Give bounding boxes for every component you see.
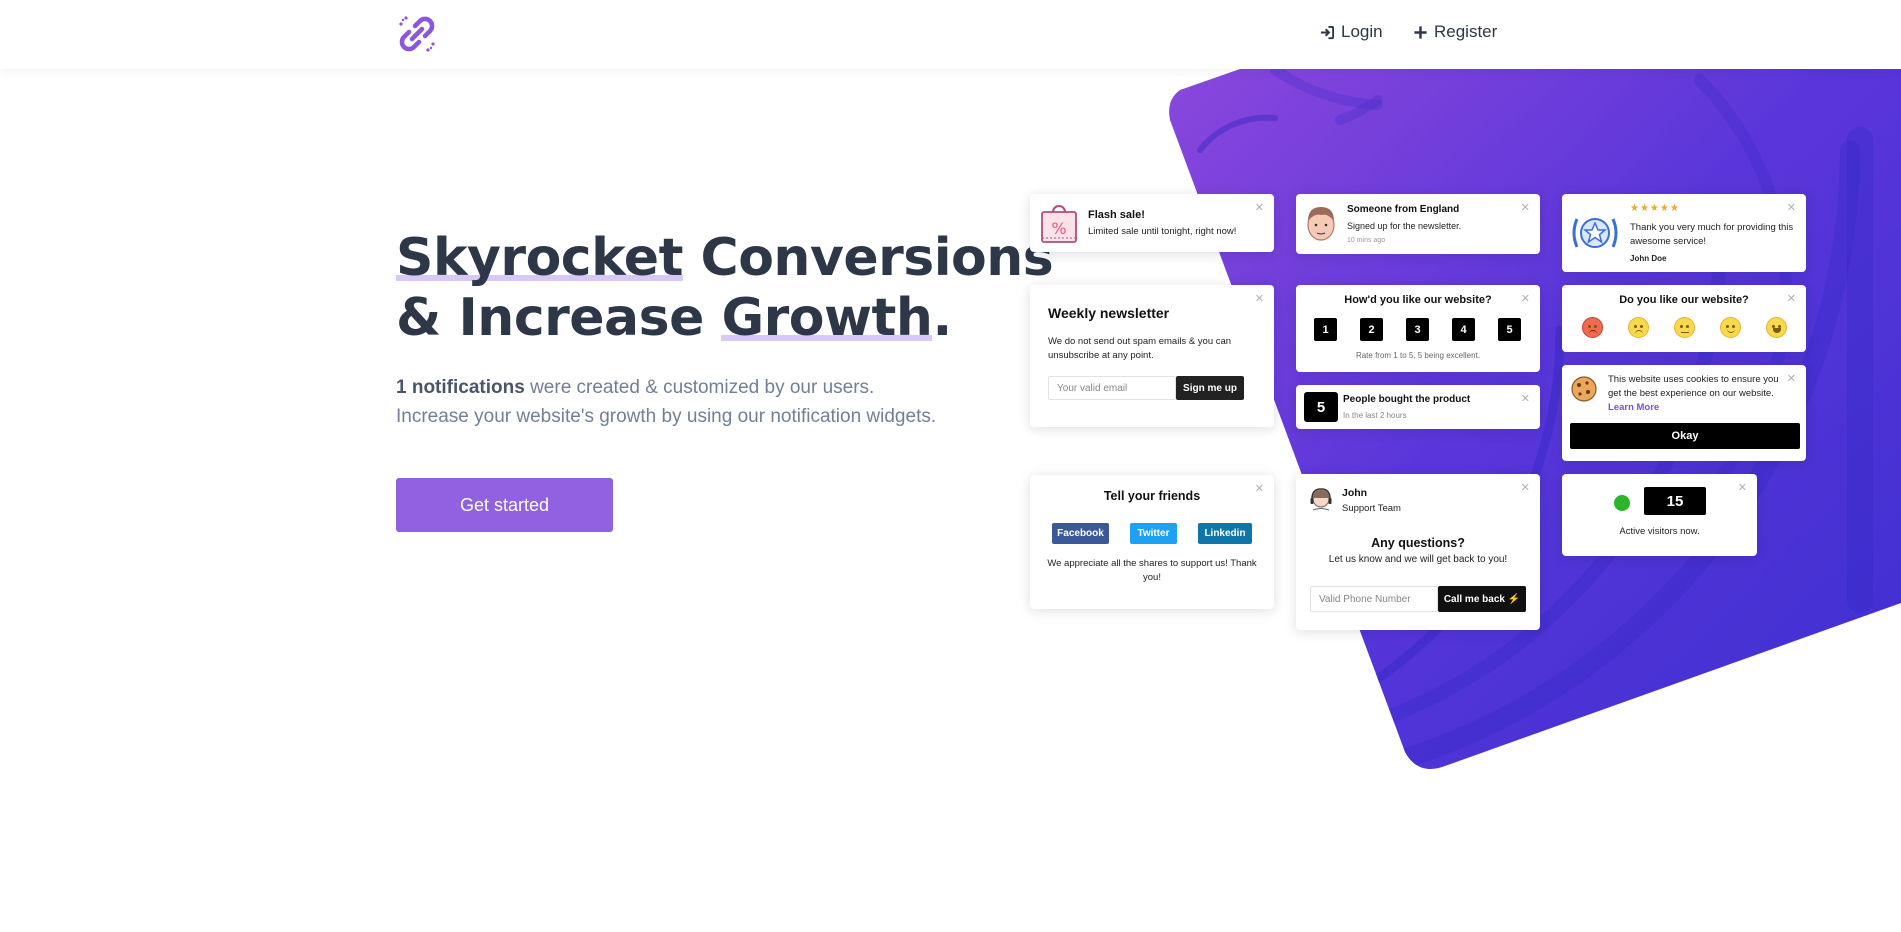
- close-icon[interactable]: ✕: [1521, 292, 1530, 305]
- call-me-back-button[interactable]: Call me back ⚡: [1438, 586, 1526, 612]
- plus-icon: [1414, 25, 1427, 39]
- sad-face-icon[interactable]: [1628, 317, 1649, 338]
- notification-count: 1 notifications: [396, 377, 525, 398]
- close-icon[interactable]: ✕: [1255, 292, 1264, 305]
- hero-title-highlight-1: Skyrocket: [396, 228, 683, 288]
- hero-subtitle-line2: Increase your website's growth by using …: [396, 406, 937, 427]
- online-indicator-icon: [1614, 495, 1630, 511]
- emoji-feedback-title: Do you like our website?: [1619, 294, 1749, 306]
- linkedin-share-button[interactable]: Linkedin: [1198, 523, 1252, 544]
- phone-number-input[interactable]: Valid Phone Number: [1310, 586, 1438, 612]
- review-text: Thank you very much for providing this a…: [1630, 222, 1794, 247]
- support-title: Any questions?: [1371, 536, 1465, 550]
- chain-link-logo-icon[interactable]: [395, 12, 439, 56]
- support-agent-role: Support Team: [1342, 503, 1401, 514]
- purchase-count-widget[interactable]: 5 People bought the product In the last …: [1296, 385, 1540, 429]
- review-author: John Doe: [1630, 254, 1667, 263]
- hero-subtitle: 1 notifications were created & customize…: [396, 373, 936, 431]
- avatar-icon: [1307, 207, 1335, 241]
- hero-title-text-2: & Increase: [396, 288, 722, 348]
- star-badge-icon: [1572, 218, 1618, 248]
- support-text: Let us know and we will get back to you!: [1328, 554, 1508, 565]
- hero-subtitle-line1: were created & customized by our users.: [524, 377, 875, 398]
- close-icon[interactable]: ✕: [1787, 292, 1796, 305]
- visitors-text: Active visitors now.: [1619, 526, 1700, 537]
- login-label: Login: [1341, 22, 1383, 41]
- cookie-icon: [1571, 376, 1597, 402]
- share-text: We appreciate all the shares to support …: [1047, 558, 1257, 583]
- register-label: Register: [1434, 22, 1498, 41]
- flash-sale-widget[interactable]: % Flash sale! Limited sale until tonight…: [1030, 194, 1274, 252]
- close-icon[interactable]: ✕: [1787, 372, 1796, 385]
- support-callback-widget[interactable]: John Support Team Any questions? Let us …: [1296, 474, 1540, 630]
- rating-footer: Rate from 1 to 5, 5 being excellent.: [1355, 351, 1481, 360]
- rating-option-1[interactable]: 1: [1314, 318, 1337, 341]
- cookie-consent-widget[interactable]: This website uses cookies to ensure you …: [1562, 365, 1806, 461]
- rating-title: How'd you like our website?: [1344, 294, 1492, 306]
- rating-widget[interactable]: How'd you like our website? 1 2 3 4 5 Ra…: [1296, 285, 1540, 372]
- purchase-count-badge: 5: [1304, 392, 1338, 422]
- signup-notification-time: 10 mins ago: [1347, 237, 1386, 244]
- visitor-count: 15: [1644, 487, 1706, 515]
- angry-face-icon[interactable]: [1582, 317, 1603, 338]
- flash-sale-text: Limited sale until tonight, right now!: [1088, 226, 1237, 237]
- cookie-text: This website uses cookies to ensure you …: [1608, 374, 1779, 399]
- hero-title-text-1: Conversions: [682, 228, 1054, 288]
- rating-option-5[interactable]: 5: [1498, 318, 1521, 341]
- signup-notification-widget[interactable]: Someone from England Signed up for the n…: [1296, 194, 1540, 254]
- laughing-face-icon[interactable]: [1766, 317, 1787, 338]
- review-stars: ★★★★★: [1630, 203, 1680, 214]
- shopping-bag-icon: %: [1041, 205, 1077, 243]
- hero-title-period: .: [932, 288, 952, 348]
- newsletter-text: We do not send out spam emails & you can…: [1048, 336, 1232, 361]
- cookie-okay-button[interactable]: Okay: [1570, 423, 1800, 449]
- learn-more-link[interactable]: Learn More: [1608, 402, 1659, 413]
- support-agent-avatar-icon: [1310, 488, 1332, 511]
- close-icon[interactable]: ✕: [1738, 481, 1747, 494]
- hero-title-highlight-2: Growth: [721, 288, 933, 348]
- close-icon[interactable]: ✕: [1521, 481, 1530, 494]
- close-icon[interactable]: ✕: [1787, 201, 1796, 214]
- register-link[interactable]: Register: [1413, 22, 1497, 42]
- login-link[interactable]: Login: [1320, 22, 1383, 42]
- close-icon[interactable]: ✕: [1255, 201, 1264, 214]
- share-title: Tell your friends: [1103, 489, 1201, 503]
- purchase-count-text: In the last 2 hours: [1343, 411, 1407, 420]
- review-widget[interactable]: ★★★★★ Thank you very much for providing …: [1562, 194, 1806, 272]
- sign-me-up-button[interactable]: Sign me up: [1176, 376, 1244, 400]
- signup-notification-text: Signed up for the newsletter.: [1347, 221, 1462, 231]
- emoji-feedback-widget[interactable]: Do you like our website? ✕: [1562, 285, 1806, 352]
- rating-option-3[interactable]: 3: [1406, 318, 1429, 341]
- hero-background-shape: [1169, 69, 1901, 769]
- support-agent-name: John: [1342, 487, 1368, 499]
- flash-sale-title: Flash sale!: [1088, 209, 1145, 221]
- hero-title: Skyrocket Conversions & Increase Growth.: [396, 228, 1054, 348]
- rating-option-4[interactable]: 4: [1452, 318, 1475, 341]
- rating-option-2[interactable]: 2: [1360, 318, 1383, 341]
- sign-in-icon: [1320, 25, 1335, 39]
- twitter-share-button[interactable]: Twitter: [1130, 523, 1177, 544]
- live-visitors-widget[interactable]: 15 Active visitors now. ✕: [1562, 474, 1757, 556]
- close-icon[interactable]: ✕: [1521, 392, 1530, 405]
- facebook-share-button[interactable]: Facebook: [1052, 523, 1109, 544]
- top-navbar: Login Register: [0, 0, 1901, 69]
- share-widget[interactable]: Tell your friends Facebook Twitter Linke…: [1030, 475, 1274, 609]
- smile-face-icon[interactable]: [1720, 317, 1741, 338]
- newsletter-email-input[interactable]: Your valid email: [1048, 376, 1176, 400]
- neutral-face-icon[interactable]: [1674, 317, 1695, 338]
- close-icon[interactable]: ✕: [1255, 482, 1264, 495]
- svg-text:%: %: [1051, 219, 1066, 238]
- signup-notification-title: Someone from England: [1347, 204, 1460, 215]
- newsletter-title: Weekly newsletter: [1048, 305, 1170, 321]
- purchase-count-title: People bought the product: [1343, 394, 1471, 405]
- get-started-button[interactable]: Get started: [396, 478, 613, 532]
- close-icon[interactable]: ✕: [1521, 201, 1530, 214]
- newsletter-widget[interactable]: Weekly newsletter We do not send out spa…: [1030, 285, 1274, 427]
